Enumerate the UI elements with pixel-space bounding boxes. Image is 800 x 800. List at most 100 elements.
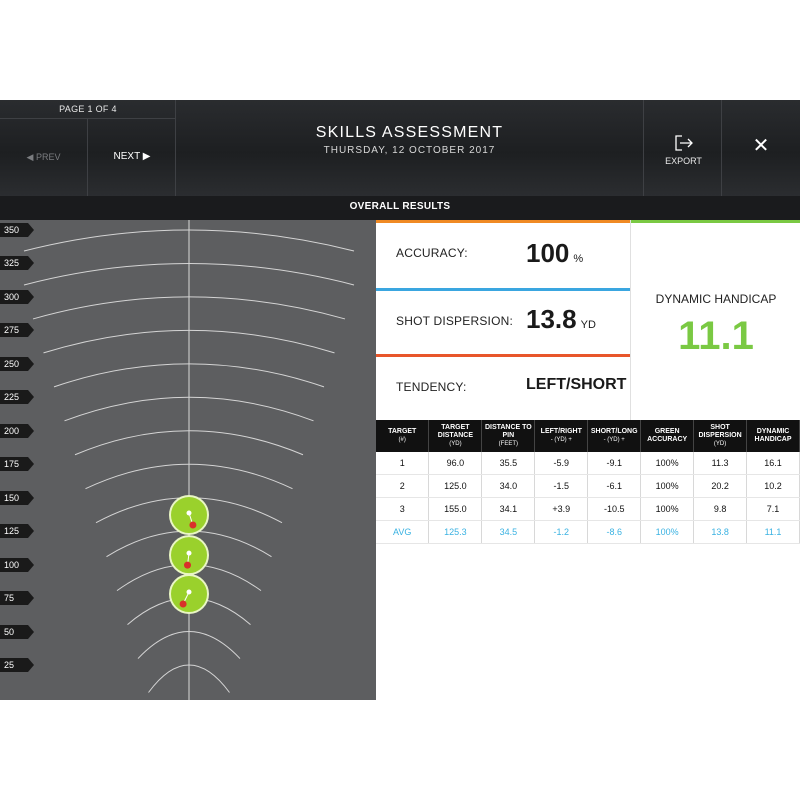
page-indicator: PAGE 1 OF 4 xyxy=(0,100,176,119)
distance-label: 150 xyxy=(0,490,34,505)
table-row: AVG 125.3 34.5 -1.2 -8.6 100% 13.8 11.1 xyxy=(376,520,800,544)
range-chart xyxy=(23,220,355,700)
pager: PAGE 1 OF 4 ◀ PREV NEXT ▶ xyxy=(0,100,176,196)
table-header-row: TARGET (#) TARGET DISTANCE (YD) DISTANCE TO … xyxy=(376,420,800,452)
column-header-label: SHORT/LONG xyxy=(590,428,638,435)
export-button[interactable]: EXPORT xyxy=(643,100,722,196)
shot-marker xyxy=(189,521,197,529)
header-bar: PAGE 1 OF 4 ◀ PREV NEXT ▶ SKILLS ASSESSM… xyxy=(0,100,800,196)
next-button[interactable]: NEXT ▶ xyxy=(88,118,176,196)
close-button[interactable]: ✕ xyxy=(722,100,800,196)
column-header-unit: - (YD) + xyxy=(603,437,625,443)
target-green[interactable] xyxy=(169,535,209,576)
column-header: SHORT/LONG - (YD) + xyxy=(587,420,642,452)
distance-label: 125 xyxy=(0,524,34,539)
dispersion-number: 13.8 xyxy=(526,304,577,334)
table-cell: 34.5 xyxy=(481,520,536,544)
column-header-label: TARGET DISTANCE xyxy=(437,424,474,439)
table-cell: -6.1 xyxy=(587,474,642,498)
target-green[interactable] xyxy=(169,573,209,614)
table-cell: 100% xyxy=(640,452,695,475)
column-header: TARGET (#) xyxy=(376,420,430,452)
distance-label: 175 xyxy=(0,457,34,472)
handicap-stripe xyxy=(631,220,800,223)
table-body: 1 96.0 35.5 -5.9 -9.1 100% 11.3 16.1 2 125.0 34.0-… xyxy=(376,452,800,544)
handicap-value: 11.1 xyxy=(678,314,754,358)
distance-label: 325 xyxy=(0,256,34,271)
dispersion-unit: YD xyxy=(580,319,596,331)
table-cell: 9.8 xyxy=(693,497,748,521)
table-cell: 100% xyxy=(640,497,695,521)
dispersion-label: SHOT DISPERSION: xyxy=(396,314,514,328)
table-cell: 10.2 xyxy=(746,474,800,498)
table-cell: 125.3 xyxy=(428,520,483,544)
accuracy-unit: % xyxy=(573,253,584,265)
table-cell: +3.9 xyxy=(534,497,589,521)
distance-label: 100 xyxy=(0,557,34,572)
column-header-unit: (YD) xyxy=(713,441,727,447)
column-header: LEFT/RIGHT - (YD) + xyxy=(534,420,589,452)
table-cell: 34.1 xyxy=(481,497,536,521)
distance-label: 25 xyxy=(0,658,34,672)
close-icon: ✕ xyxy=(752,135,770,157)
dispersion-stripe xyxy=(376,288,630,291)
table-cell: 100% xyxy=(640,474,695,498)
shot-marker xyxy=(184,561,191,569)
tendency-stripe xyxy=(376,354,630,357)
table-cell: AVG xyxy=(376,520,430,544)
table-cell: 1 xyxy=(376,452,430,475)
table-cell: 35.5 xyxy=(481,452,536,475)
distance-label: 200 xyxy=(0,423,34,438)
column-header: SHOT DISPERSION (YD) xyxy=(693,420,748,452)
table-cell: 20.2 xyxy=(693,474,748,498)
column-header-unit: (FEET) xyxy=(498,441,519,447)
table-cell: 11.1 xyxy=(746,520,800,544)
table-cell: -1.2 xyxy=(534,520,589,544)
column-header: GREEN ACCURACY xyxy=(640,420,695,452)
accuracy-number: 100 xyxy=(526,238,570,268)
results-table: TARGET (#) TARGET DISTANCE (YD) DISTANCE TO … xyxy=(376,420,800,544)
tendency-label: TENDENCY: xyxy=(396,380,467,394)
column-header-unit: (#) xyxy=(398,437,406,443)
column-header: TARGET DISTANCE (YD) xyxy=(428,420,483,452)
table-cell: -5.9 xyxy=(534,452,589,475)
column-header: DISTANCE TO PIN (FEET) xyxy=(481,420,536,452)
session-date: THURSDAY, 12 OCTOBER 2017 xyxy=(323,145,496,156)
table-cell: 7.1 xyxy=(746,497,800,521)
export-label: EXPORT xyxy=(665,156,702,166)
column-header-label: GREEN ACCURACY xyxy=(647,428,688,443)
distance-label: 250 xyxy=(0,356,34,371)
column-header-label: DISTANCE TO PIN xyxy=(484,424,532,439)
table-cell: -8.6 xyxy=(587,520,642,544)
table-cell: 3 xyxy=(376,497,430,521)
export-icon xyxy=(675,135,693,151)
column-header-label: SHOT DISPERSION xyxy=(698,424,742,439)
table-cell: -10.5 xyxy=(587,497,642,521)
column-header: DYNAMIC HANDICAP xyxy=(746,420,800,452)
accuracy-panel: ACCURACY: 100% xyxy=(376,220,630,288)
distance-label: 300 xyxy=(0,289,34,304)
table-cell: 125.0 xyxy=(428,474,483,498)
distance-label: 50 xyxy=(0,624,34,639)
distance-label: 75 xyxy=(0,591,34,606)
range-view[interactable]: 350 325 300 275 250 225 200 175 150 125 100 75 50 25 xyxy=(0,220,376,700)
table-cell: 11.3 xyxy=(693,452,748,475)
table-cell: 13.8 xyxy=(693,520,748,544)
accuracy-stripe xyxy=(376,220,630,223)
column-header-label: DYNAMIC HANDICAP xyxy=(754,428,792,443)
column-header-label: TARGET xyxy=(388,428,417,435)
shot-marker xyxy=(179,600,187,608)
target-green[interactable] xyxy=(169,495,209,535)
table-cell: 34.0 xyxy=(481,474,536,498)
page-title: SKILLS ASSESSMENT xyxy=(315,124,504,141)
distance-label: 225 xyxy=(0,390,34,405)
handicap-panel: DYNAMIC HANDICAP 11.1 xyxy=(630,220,800,420)
distance-label: 275 xyxy=(0,323,34,338)
table-cell: 16.1 xyxy=(746,452,800,475)
accuracy-value: 100% xyxy=(526,238,583,269)
title-block: SKILLS ASSESSMENT THURSDAY, 12 OCTOBER 2… xyxy=(176,100,643,156)
table-cell: 2 xyxy=(376,474,430,498)
table-row: 2 125.0 34.0 -1.5 -6.1 100% 20.2 10.2 xyxy=(376,474,800,498)
prev-button[interactable]: ◀ PREV xyxy=(0,118,88,196)
handicap-label: DYNAMIC HANDICAP xyxy=(655,292,777,306)
